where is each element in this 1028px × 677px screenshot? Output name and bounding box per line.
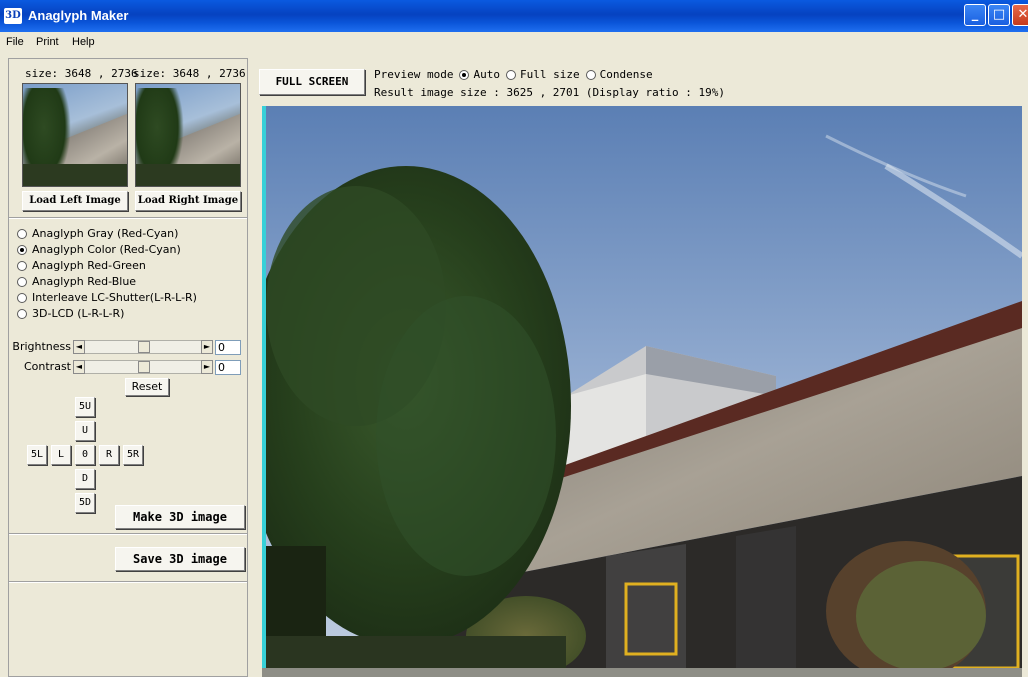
- right-image-thumbnail: [135, 83, 241, 187]
- load-left-image-button[interactable]: Load Left Image: [22, 191, 128, 211]
- preview-auto-label[interactable]: Auto: [473, 68, 500, 81]
- menu-bar: File Print Help: [0, 32, 1028, 54]
- mode-option-color[interactable]: Anaglyph Color (Red-Cyan): [17, 242, 181, 257]
- slider-thumb[interactable]: [138, 361, 150, 373]
- radio-checked-icon[interactable]: [17, 244, 27, 255]
- shift-down-button[interactable]: D: [75, 469, 95, 489]
- shift-down-5-button[interactable]: 5D: [75, 493, 95, 513]
- save-3d-image-button[interactable]: Save 3D image: [115, 547, 245, 571]
- preview-auto-radio-icon[interactable]: [459, 69, 470, 80]
- right-image-size: size: 3648 , 2736: [133, 67, 246, 80]
- full-screen-button[interactable]: FULL SCREEN: [259, 69, 365, 95]
- scroll-right-arrow-icon[interactable]: ►: [201, 360, 213, 374]
- preview-condense-label[interactable]: Condense: [600, 68, 653, 81]
- slider-thumb[interactable]: [138, 341, 150, 353]
- shift-reset-button[interactable]: 0: [75, 445, 95, 465]
- contrast-label: Contrast: [23, 360, 71, 373]
- radio-icon[interactable]: [17, 228, 27, 239]
- panel-divider: [9, 581, 247, 583]
- brightness-value-field[interactable]: 0: [215, 340, 241, 355]
- mode-option-red-green[interactable]: Anaglyph Red-Green: [17, 258, 146, 273]
- contrast-value-field[interactable]: 0: [215, 360, 241, 375]
- reset-button[interactable]: Reset: [125, 378, 169, 396]
- menu-help[interactable]: Help: [72, 36, 95, 48]
- radio-icon[interactable]: [17, 276, 27, 287]
- shift-right-button[interactable]: R: [99, 445, 119, 465]
- contrast-slider[interactable]: ◄ ►: [73, 360, 213, 374]
- preview-mode-label: Preview mode: [374, 68, 454, 81]
- scroll-left-arrow-icon[interactable]: ◄: [73, 360, 85, 374]
- brightness-label: Brightness: [12, 340, 71, 353]
- panel-divider: [9, 533, 247, 535]
- brightness-slider[interactable]: ◄ ►: [73, 340, 213, 354]
- preview-scene: [266, 106, 1022, 668]
- make-3d-image-button[interactable]: Make 3D image: [115, 505, 245, 529]
- scroll-right-arrow-icon[interactable]: ►: [201, 340, 213, 354]
- shift-left-5-button[interactable]: 5L: [27, 445, 47, 465]
- shift-right-5-button[interactable]: 5R: [123, 445, 143, 465]
- shift-left-button[interactable]: L: [51, 445, 71, 465]
- preview-mode-group: Preview mode Auto Full size Condense: [374, 67, 653, 82]
- app-3d-icon: 3D: [4, 8, 22, 24]
- left-image-size: size: 3648 , 2736: [25, 67, 138, 80]
- radio-icon[interactable]: [17, 308, 27, 319]
- result-image-size-text: Result image size : 3625 , 2701 (Display…: [374, 86, 725, 99]
- left-image-thumbnail: [22, 83, 128, 187]
- maximize-button[interactable]: □: [988, 4, 1010, 26]
- close-button[interactable]: ✕: [1012, 4, 1028, 26]
- menu-print[interactable]: Print: [36, 36, 59, 48]
- radio-icon[interactable]: [17, 292, 27, 303]
- preview-full-size-radio-icon[interactable]: [505, 69, 516, 80]
- preview-full-size-label[interactable]: Full size: [520, 68, 580, 81]
- radio-icon[interactable]: [17, 260, 27, 271]
- title-bar[interactable]: 3D Anaglyph Maker _ □ ✕: [0, 0, 1028, 32]
- app-window: 3D Anaglyph Maker _ □ ✕ File Print Help …: [0, 0, 1028, 677]
- control-panel: size: 3648 , 2736 size: 3648 , 2736 Load…: [8, 58, 248, 677]
- shift-up-button[interactable]: U: [75, 421, 95, 441]
- preview-bottom-strip: [262, 668, 1022, 677]
- window-title: Anaglyph Maker: [28, 8, 129, 23]
- load-right-image-button[interactable]: Load Right Image: [135, 191, 241, 211]
- mode-option-interleave[interactable]: Interleave LC-Shutter(L-R-L-R): [17, 290, 197, 305]
- menu-file[interactable]: File: [6, 36, 24, 48]
- mode-option-gray[interactable]: Anaglyph Gray (Red-Cyan): [17, 226, 178, 241]
- panel-divider: [9, 217, 247, 219]
- mode-option-3d-lcd[interactable]: 3D-LCD (L-R-L-R): [17, 306, 124, 321]
- minimize-button[interactable]: _: [964, 4, 986, 26]
- preview-condense-radio-icon[interactable]: [585, 69, 596, 80]
- shift-up-5-button[interactable]: 5U: [75, 397, 95, 417]
- anaglyph-preview-image[interactable]: [262, 106, 1022, 668]
- scroll-left-arrow-icon[interactable]: ◄: [73, 340, 85, 354]
- mode-option-red-blue[interactable]: Anaglyph Red-Blue: [17, 274, 136, 289]
